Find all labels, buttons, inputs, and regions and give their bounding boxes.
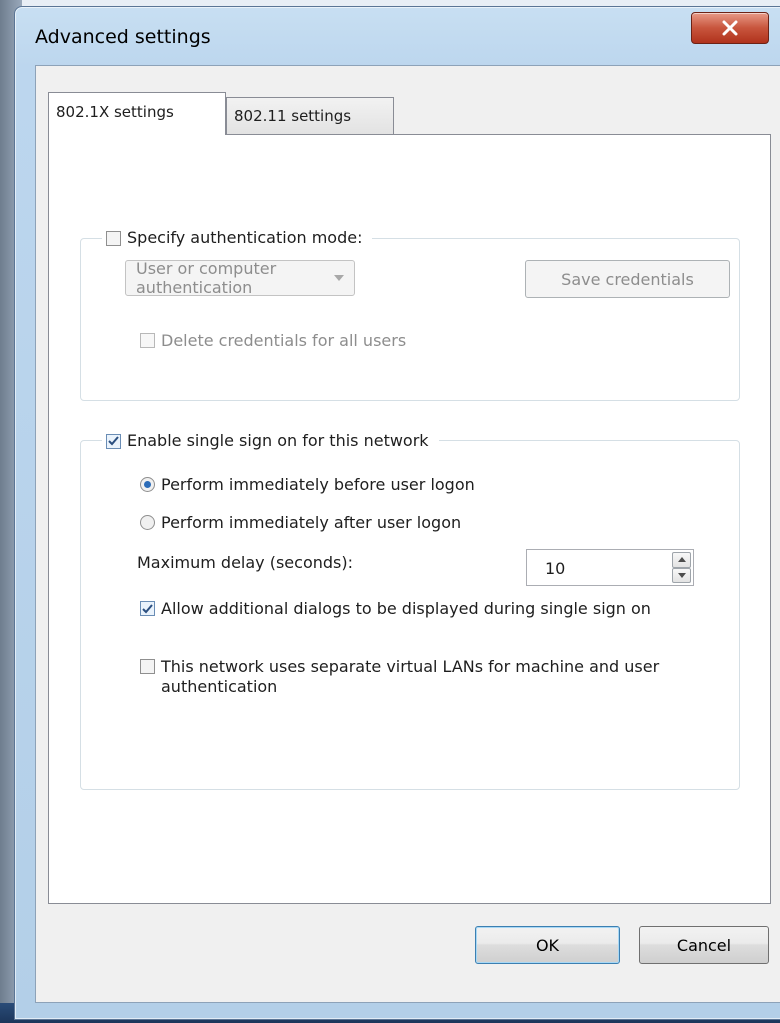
maximum-delay-label: Maximum delay (seconds): bbox=[137, 553, 353, 572]
tab-802-11-settings[interactable]: 802.11 settings bbox=[226, 97, 394, 135]
radio-button bbox=[140, 477, 155, 492]
close-icon bbox=[722, 20, 738, 36]
tab-802-1x-settings[interactable]: 802.1X settings bbox=[48, 92, 226, 135]
tab-label: 802.1X settings bbox=[56, 103, 174, 121]
arrow-up-icon bbox=[677, 557, 686, 563]
checkbox-box bbox=[140, 333, 155, 348]
arrow-down-icon bbox=[677, 572, 686, 578]
checkmark-icon bbox=[142, 603, 153, 613]
save-credentials-button[interactable]: Save credentials bbox=[525, 260, 730, 298]
maximum-delay-stepper[interactable]: 10 bbox=[526, 549, 694, 586]
stepper-up-button[interactable] bbox=[672, 552, 691, 568]
radio-button bbox=[140, 515, 155, 530]
checkbox-box bbox=[140, 659, 155, 674]
tab-label: 802.11 settings bbox=[234, 107, 352, 125]
radio-perform-after-logon[interactable]: Perform immediately after user logon bbox=[140, 513, 461, 533]
specify-authentication-mode-checkbox[interactable]: Specify authentication mode: bbox=[102, 226, 373, 250]
title-bar[interactable]: Advanced settings bbox=[15, 7, 780, 69]
authentication-mode-select[interactable]: User or computer authentication bbox=[125, 259, 355, 297]
ok-button[interactable]: OK bbox=[475, 926, 620, 964]
radio-label: Perform immediately before user logon bbox=[161, 475, 475, 494]
button-label: Cancel bbox=[676, 935, 732, 955]
advanced-settings-dialog: Advanced settings 802.1X settings 802.11… bbox=[14, 6, 780, 1020]
stepper-down-button[interactable] bbox=[672, 567, 691, 583]
stepper-value: 10 bbox=[545, 559, 566, 578]
checkbox-box bbox=[106, 433, 121, 449]
button-label: Save credentials bbox=[561, 269, 694, 289]
separate-vlans-checkbox[interactable]: This network uses separate virtual LANs … bbox=[140, 657, 700, 697]
select-value: User or computer authentication bbox=[136, 259, 277, 297]
allow-additional-dialogs-checkbox[interactable]: Allow additional dialogs to be displayed… bbox=[140, 599, 700, 619]
button-label: OK bbox=[535, 935, 560, 955]
enable-single-sign-on-checkbox[interactable]: Enable single sign on for this network bbox=[102, 429, 439, 453]
checkbox-label: Allow additional dialogs to be displayed… bbox=[161, 599, 651, 618]
radio-label: Perform immediately after user logon bbox=[161, 513, 462, 532]
checkbox-box bbox=[140, 601, 155, 616]
checkmark-icon bbox=[108, 436, 119, 446]
checkbox-label: Delete credentials for all users bbox=[161, 331, 407, 350]
checkbox-label: Specify authentication mode: bbox=[127, 228, 363, 247]
close-button[interactable] bbox=[691, 12, 769, 44]
checkbox-label: This network uses separate virtual LANs … bbox=[161, 657, 660, 696]
checkbox-label: Enable single sign on for this network bbox=[127, 431, 429, 450]
delete-credentials-checkbox[interactable]: Delete credentials for all users bbox=[140, 331, 406, 351]
chevron-down-icon bbox=[334, 275, 344, 281]
cancel-button[interactable]: Cancel bbox=[639, 926, 769, 964]
radio-selected-dot bbox=[144, 481, 151, 488]
stepper-buttons bbox=[672, 552, 691, 583]
window-title: Advanced settings bbox=[35, 26, 211, 48]
checkbox-box bbox=[106, 230, 121, 246]
tab-panel: Specify authentication mode: User or com… bbox=[48, 134, 771, 904]
radio-perform-before-logon[interactable]: Perform immediately before user logon bbox=[140, 475, 475, 495]
dialog-client-area: 802.1X settings 802.11 settings Specify … bbox=[35, 65, 780, 1003]
